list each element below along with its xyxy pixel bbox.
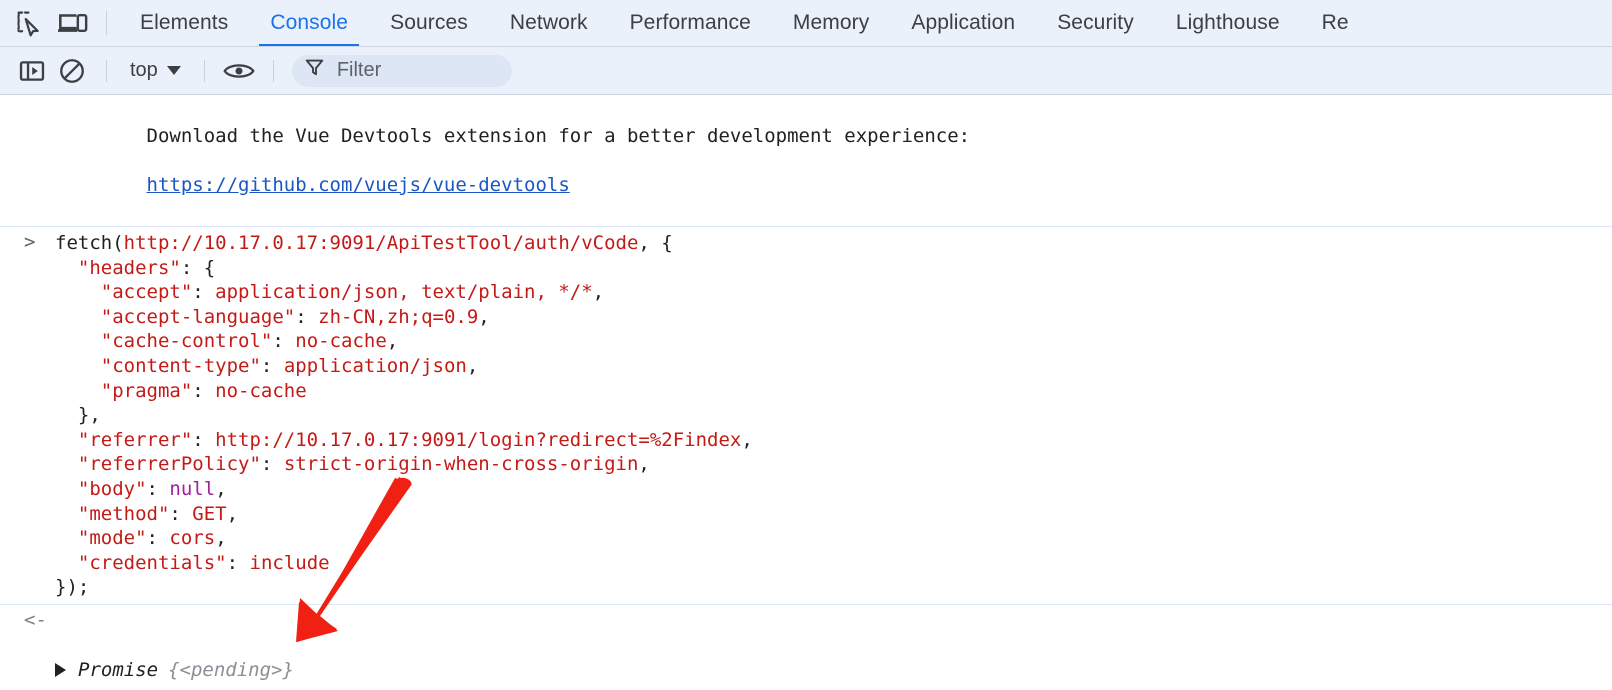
tab-recorder[interactable]: Re — [1301, 0, 1370, 46]
header-pragma: no-cache — [215, 379, 307, 402]
tab-label: Lighthouse — [1175, 11, 1280, 34]
console-toolbar-divider-3 — [272, 59, 274, 82]
expand-triangle-icon[interactable] — [55, 663, 66, 678]
toolbar-divider — [106, 11, 107, 35]
console-message-list[interactable]: Download the Vue Devtools extension for … — [0, 95, 1612, 690]
fetch-referrer-policy: strict-origin-when-cross-origin — [283, 453, 639, 476]
panel-tabs: Elements Console Sources Network Perform… — [119, 0, 1612, 46]
inspect-element-icon[interactable] — [10, 4, 48, 42]
filter-funnel-icon — [305, 58, 324, 83]
devtools-window: Elements Console Sources Network Perform… — [0, 0, 1612, 690]
tab-application[interactable]: Application — [890, 0, 1036, 46]
header-content-type: application/json — [283, 354, 467, 377]
chevron-down-icon — [166, 66, 181, 75]
filter-input-wrapper[interactable]: Filter — [291, 54, 512, 87]
clear-console-icon[interactable] — [52, 51, 92, 91]
execution-context-label: top — [130, 59, 158, 81]
execution-context-selector[interactable]: top — [121, 56, 190, 85]
header-cache-control: no-cache — [295, 330, 387, 353]
live-expression-eye-icon[interactable] — [219, 51, 259, 91]
filter-input-placeholder: Filter — [336, 59, 382, 81]
vue-devtools-text: Download the Vue Devtools extension for … — [146, 124, 971, 147]
tab-label: Performance — [629, 11, 751, 34]
tab-label: Application — [911, 11, 1016, 34]
fetch-command-code: fetch(http://10.17.0.17:9091/ApiTestTool… — [55, 231, 753, 599]
fetch-credentials: include — [249, 551, 330, 574]
vue-devtools-link[interactable]: https://github.com/vuejs/vue-devtools — [147, 174, 570, 196]
console-message-output-promise: <- Promise {<pending>} — [0, 605, 1612, 690]
tab-label: Console — [270, 11, 349, 34]
device-toolbar-icon[interactable] — [54, 4, 92, 42]
console-message-vue-devtools: Download the Vue Devtools extension for … — [0, 95, 1612, 227]
console-toolbar: top Filter — [0, 47, 1612, 95]
tab-label: Elements — [140, 11, 229, 34]
fetch-mode: cors — [169, 527, 216, 550]
tab-sources[interactable]: Sources — [369, 0, 489, 46]
tab-label: Sources — [390, 11, 468, 34]
console-message-input-fetch: > fetch(http://10.17.0.17:9091/ApiTestTo… — [0, 227, 1612, 605]
fetch-referrer: http://10.17.0.17:9091/login?redirect=%2… — [215, 428, 742, 451]
tab-memory[interactable]: Memory — [772, 0, 890, 46]
tab-lighthouse[interactable]: Lighthouse — [1155, 0, 1301, 46]
console-sidebar-toggle-icon[interactable] — [12, 51, 52, 91]
tab-label: Re — [1321, 11, 1349, 34]
header-accept-language: zh-CN,zh;q=0.9 — [318, 305, 479, 328]
promise-state: {<pending>} — [168, 659, 294, 682]
fetch-url: http://10.17.0.17:9091/ApiTestTool/auth/… — [123, 231, 639, 254]
fetch-method: GET — [192, 502, 227, 525]
tab-network[interactable]: Network — [489, 0, 609, 46]
promise-result[interactable]: Promise {<pending>} — [55, 658, 1596, 683]
tab-label: Security — [1057, 11, 1134, 34]
tab-console[interactable]: Console — [249, 0, 369, 46]
tab-label: Memory — [792, 11, 870, 34]
tab-label: Network — [509, 11, 588, 34]
header-accept: application/json, text/plain, */* — [215, 281, 593, 304]
promise-label: Promise — [78, 659, 159, 682]
tab-elements[interactable]: Elements — [119, 0, 249, 46]
tab-security[interactable]: Security — [1036, 0, 1155, 46]
devtools-tabbar: Elements Console Sources Network Perform… — [0, 0, 1612, 47]
fetch-body: null — [169, 477, 216, 500]
output-marker-icon: <- — [24, 608, 47, 631]
tab-performance[interactable]: Performance — [609, 0, 772, 46]
input-marker-icon: > — [24, 230, 36, 253]
console-toolbar-divider — [106, 59, 107, 82]
console-toolbar-divider-2 — [203, 59, 205, 82]
